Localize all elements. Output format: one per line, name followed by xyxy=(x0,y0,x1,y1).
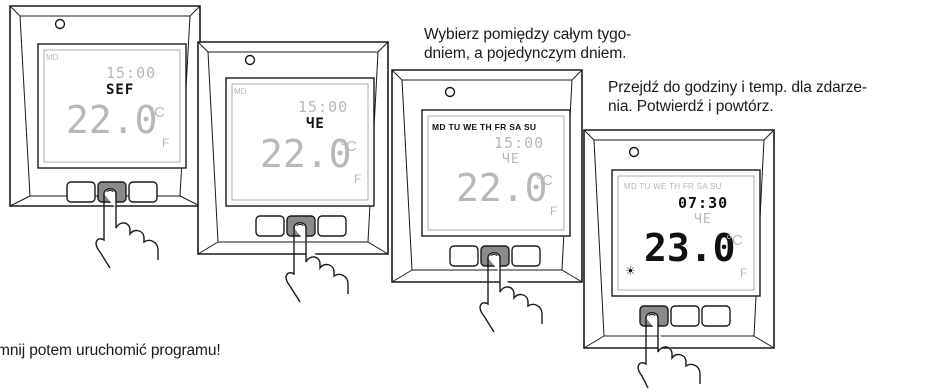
time-display: 15:00 xyxy=(298,98,349,116)
caption-remember-program: pomnij potem uruchomić programu! xyxy=(0,341,221,360)
temperature-display: 22.0 xyxy=(260,132,352,176)
unit-label: °C xyxy=(148,104,165,121)
temperature-display: 22.0 xyxy=(66,98,158,142)
weekdays-row: MD TU WE TH FR SA SU xyxy=(624,182,722,191)
flag-label: F xyxy=(740,266,748,280)
caption-goto-time-temp: Przejdź do godziny i temp. dla zdarze- n… xyxy=(608,78,867,116)
pointing-hand-icon xyxy=(637,312,701,389)
flag-label: F xyxy=(354,172,362,186)
time-display: 15:00 xyxy=(106,64,157,82)
unit-label: °C xyxy=(340,138,357,155)
time-display: 15:00 xyxy=(494,134,545,152)
pointing-hand-icon xyxy=(479,252,543,333)
left-button[interactable] xyxy=(66,181,96,203)
thermostat-3: MD TU WE TH FR SA SU 15:00 ЧE 22.0 °C F xyxy=(391,69,583,333)
pointing-hand-icon xyxy=(95,188,159,269)
caption-line: pomnij potem uruchomić programu! xyxy=(0,342,221,359)
thermostat-4: MD TU WE TH FR SA SU 07:30 ЧE 23.0 °C ☀ … xyxy=(583,129,775,389)
caption-line: nia. Potwierdź i powtórz. xyxy=(608,98,774,115)
time-display: 07:30 xyxy=(678,194,729,212)
flag-label: F xyxy=(550,204,558,218)
caption-line: Wybierz pomiędzy całym tygo- xyxy=(424,26,632,43)
day-display: SEF xyxy=(106,82,135,98)
temperature-display: 22.0 xyxy=(456,166,548,210)
thermostat-2: MD 15:00 ЧE 22.0 °C F xyxy=(197,41,389,303)
temperature-display: 23.0 xyxy=(644,226,736,270)
left-button[interactable] xyxy=(255,215,285,237)
left-button[interactable] xyxy=(449,245,479,267)
unit-label: °C xyxy=(536,172,553,189)
day-display: ЧE xyxy=(306,116,325,132)
caption-line: dniem, a pojedynczym dniem. xyxy=(424,45,627,62)
mode-label: MD xyxy=(234,87,247,96)
day-display: ЧE xyxy=(694,212,712,227)
thermostat-1: MD 15:00 SEF 22.0 °C F xyxy=(9,5,201,269)
weekdays-row: MD TU WE TH FR SA SU xyxy=(432,122,537,132)
caption-line: Przejdź do godziny i temp. dla zdarze- xyxy=(608,79,867,96)
day-display: ЧE xyxy=(502,152,520,167)
caption-select-week-day: Wybierz pomiędzy całym tygo- dniem, a po… xyxy=(424,25,631,63)
pointing-hand-icon xyxy=(285,222,349,303)
mode-label: MD xyxy=(46,53,59,62)
flag-label: F xyxy=(162,136,170,150)
unit-label: °C xyxy=(726,232,743,249)
sun-icon: ☀ xyxy=(625,264,636,278)
